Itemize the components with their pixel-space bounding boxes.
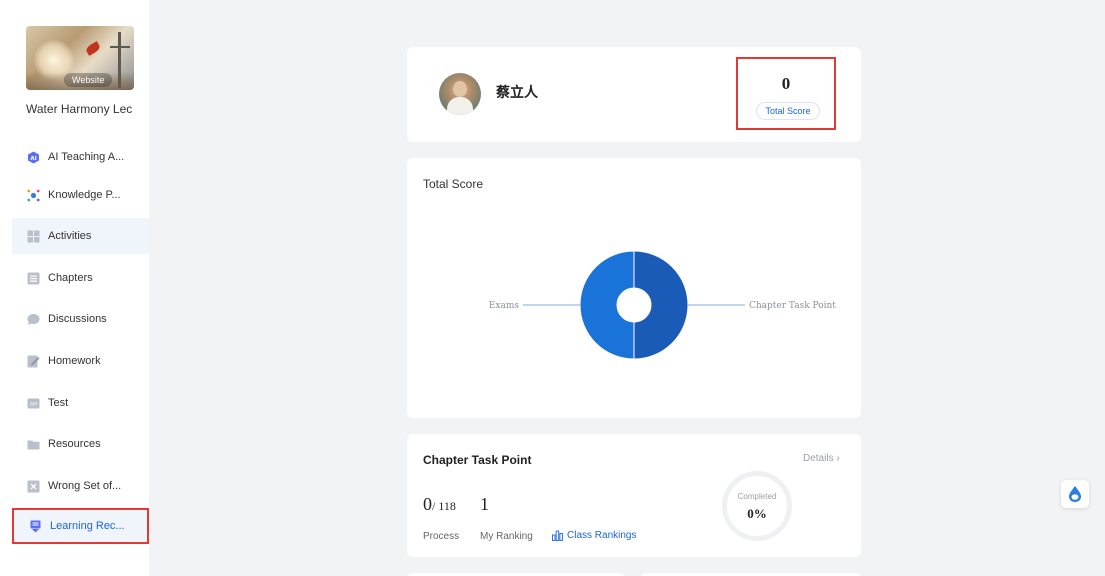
sidebar-item-chapters[interactable]: Chapters bbox=[12, 260, 149, 296]
process-value: 0/ 118 bbox=[423, 494, 456, 515]
profile-card: 蔡立人 0 Total Score bbox=[407, 47, 861, 142]
process-label: Process bbox=[423, 531, 460, 542]
slice-label: Exams bbox=[489, 301, 520, 311]
sidebar-item-knowledge[interactable]: Knowledge P... bbox=[12, 177, 149, 213]
sidebar-item-ai-teaching[interactable]: AI AI Teaching A... bbox=[12, 139, 149, 175]
class-rankings-link[interactable]: Class Rankings bbox=[552, 530, 636, 541]
total-score-chart-card: Total Score Exams Chapter Task Point bbox=[407, 158, 861, 418]
sidebar-item-activities[interactable]: Activities bbox=[12, 218, 149, 254]
completed-ring: Completed 0% bbox=[722, 471, 792, 541]
details-label: Details bbox=[803, 453, 834, 464]
sidebar-item-homework[interactable]: Homework bbox=[12, 343, 149, 379]
sidebar-item-discussions[interactable]: Discussions bbox=[12, 301, 149, 337]
wrong-set-icon bbox=[27, 480, 40, 492]
ranking-label: My Ranking bbox=[480, 531, 533, 542]
grid-icon bbox=[27, 230, 40, 242]
svg-text:AI: AI bbox=[30, 156, 36, 162]
total-score-box: 0 Total Score bbox=[736, 57, 836, 130]
donut-slice-chapter-task-point[interactable] bbox=[633, 250, 689, 360]
sidebar-item-resources[interactable]: Resources bbox=[12, 426, 149, 462]
process-total: / 118 bbox=[432, 499, 456, 513]
user-name: 蔡立人 bbox=[496, 84, 538, 100]
chapter-task-title: Chapter Task Point bbox=[423, 453, 532, 467]
folder-icon bbox=[27, 440, 40, 449]
total-score-value: 0 bbox=[781, 74, 791, 93]
bar-chart-icon bbox=[552, 530, 563, 541]
sidebar-item-learning-record[interactable]: Learning Rec... bbox=[12, 508, 149, 544]
sidebar-item-label: Discussions bbox=[48, 313, 107, 325]
donut-chart: Exams Chapter Task Point bbox=[489, 250, 836, 360]
total-score-button[interactable]: Total Score bbox=[756, 102, 820, 120]
slice-label: Chapter Task Point bbox=[749, 301, 836, 311]
course-cover-image[interactable]: Website bbox=[26, 26, 134, 90]
chapter-task-card: Chapter Task Point Details › 0/ 118 1 Pr… bbox=[407, 434, 861, 557]
svg-text:API: API bbox=[30, 401, 37, 407]
avatar bbox=[439, 73, 481, 115]
chat-bubble-icon bbox=[27, 313, 40, 325]
sidebar: Website Water Harmony Lec AI AI Teaching… bbox=[0, 0, 149, 576]
completed-label: Completed bbox=[737, 492, 777, 501]
sidebar-item-wrong-set[interactable]: Wrong Set of... bbox=[12, 468, 149, 504]
process-done: 0 bbox=[423, 494, 432, 514]
completed-value: 0% bbox=[747, 506, 767, 521]
sidebar-item-label: Test bbox=[48, 397, 69, 409]
sidebar-item-label: Learning Rec... bbox=[50, 520, 125, 532]
floating-assistant-button[interactable] bbox=[1061, 480, 1089, 508]
cover-website-label[interactable]: Website bbox=[64, 73, 113, 87]
list-icon bbox=[27, 272, 40, 284]
water-drop-icon bbox=[1069, 486, 1081, 502]
edit-document-icon bbox=[27, 355, 40, 367]
ranking-value: 1 bbox=[480, 494, 489, 514]
sidebar-item-test[interactable]: API Test bbox=[12, 385, 149, 421]
test-paper-icon: API bbox=[27, 398, 40, 408]
class-rankings-label: Class Rankings bbox=[567, 530, 637, 541]
sidebar-item-label: AI Teaching A... bbox=[48, 151, 125, 163]
knowledge-graph-icon bbox=[27, 189, 40, 201]
sidebar-item-label: Chapters bbox=[48, 272, 93, 284]
course-title: Water Harmony Lec bbox=[26, 102, 133, 116]
ai-assistant-icon: AI bbox=[28, 151, 39, 163]
sidebar-item-label: Activities bbox=[48, 230, 92, 242]
sidebar-item-label: Resources bbox=[48, 438, 101, 450]
sidebar-item-label: Wrong Set of... bbox=[48, 480, 122, 492]
sidebar-item-label: Knowledge P... bbox=[48, 189, 121, 201]
donut-slice-exams[interactable] bbox=[579, 250, 635, 360]
sidebar-item-label: Homework bbox=[48, 355, 101, 367]
chevron-right-icon: › bbox=[836, 453, 840, 464]
details-link[interactable]: Details › bbox=[803, 453, 840, 464]
learning-record-icon bbox=[30, 520, 41, 532]
